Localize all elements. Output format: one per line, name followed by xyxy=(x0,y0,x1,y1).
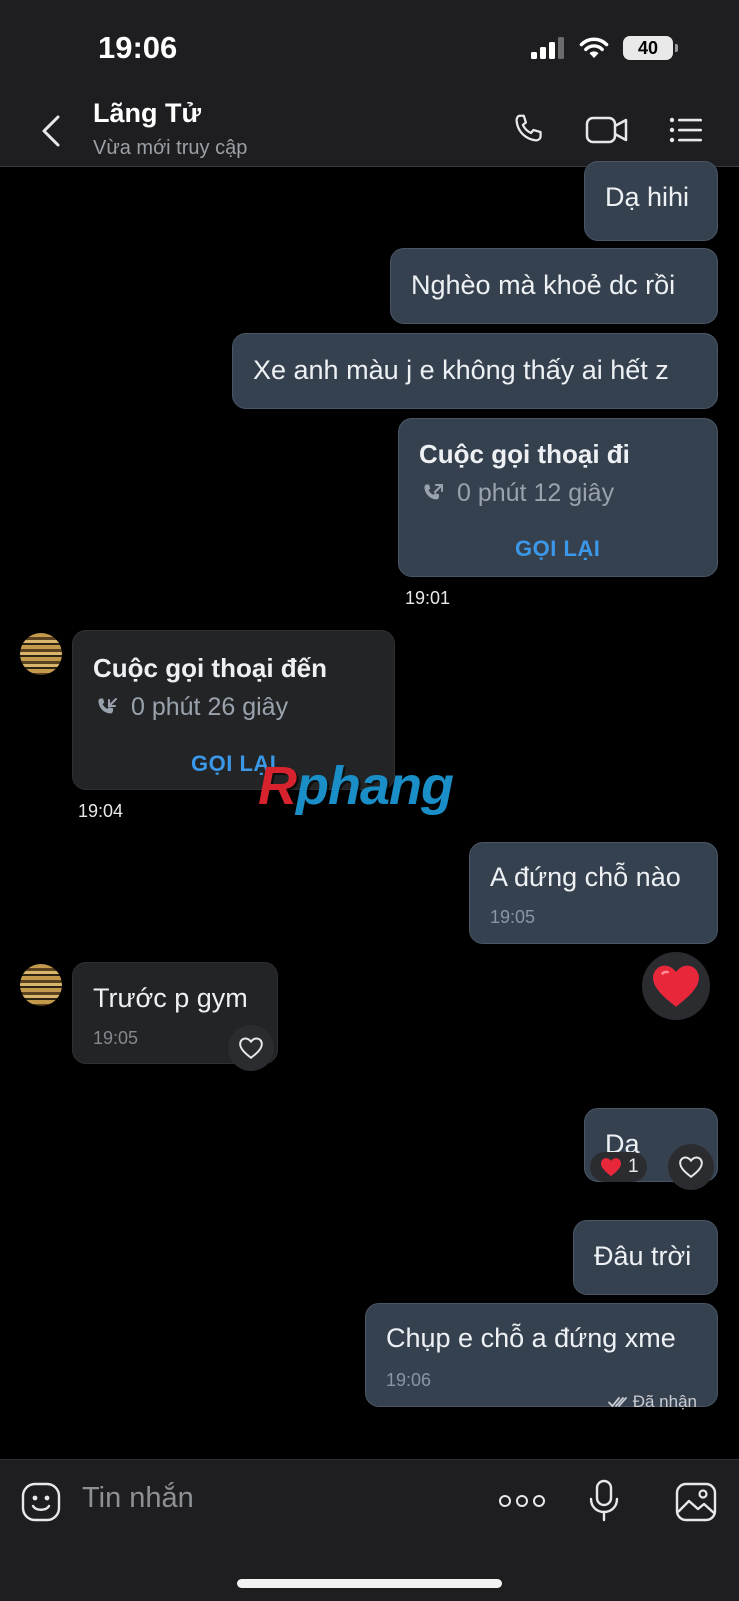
heart-icon xyxy=(239,1037,263,1059)
call-duration: 0 phút 12 giây xyxy=(457,479,615,507)
call-duration: 0 phút 26 giây xyxy=(131,693,289,721)
more-icon xyxy=(499,1495,545,1507)
message-text: Nghèo mà khoẻ dc rồi xyxy=(411,270,676,300)
delivery-status: Đã nhận xyxy=(607,1392,697,1412)
message-input[interactable]: Tin nhắn xyxy=(82,1482,462,1522)
voice-message-button[interactable] xyxy=(588,1478,620,1529)
delivery-status-text: Đã nhận xyxy=(632,1392,697,1411)
chat-header: Lãng Tử Vừa mới truy cập xyxy=(0,95,739,167)
message-time: 19:05 xyxy=(93,1028,139,1048)
status-time: 19:06 xyxy=(98,30,178,65)
double-check-icon xyxy=(607,1397,627,1408)
status-bar: 19:06 40 xyxy=(0,0,739,95)
contact-avatar[interactable] xyxy=(20,964,62,1006)
heart-icon xyxy=(653,965,699,1007)
outgoing-message[interactable]: Đâu trời xyxy=(573,1220,718,1295)
conversation-menu-button[interactable] xyxy=(668,112,704,153)
video-icon xyxy=(585,116,628,144)
signal-icon xyxy=(531,37,564,59)
call-title: Cuộc gọi thoại đến xyxy=(93,653,327,683)
outgoing-message[interactable]: Nghèo mà khoẻ dc rồi xyxy=(390,248,718,324)
back-icon xyxy=(42,115,60,147)
react-button[interactable] xyxy=(228,1025,274,1071)
reaction-heart-large[interactable] xyxy=(642,952,710,1020)
home-indicator[interactable] xyxy=(237,1579,502,1588)
message-time: 19:06 xyxy=(386,1370,432,1390)
sticker-button[interactable] xyxy=(20,1481,62,1528)
heart-icon xyxy=(679,1156,703,1178)
image-icon xyxy=(675,1482,717,1522)
message-composer: Tin nhắn xyxy=(0,1459,739,1601)
outgoing-message[interactable]: Dạ hihi xyxy=(584,161,718,241)
reaction-count: 1 xyxy=(628,1156,639,1177)
call-outgoing-icon xyxy=(424,484,443,500)
contact-status: Vừa mới truy cập xyxy=(93,137,248,159)
wifi-icon xyxy=(579,37,609,58)
message-text: Trước p gym xyxy=(93,983,248,1013)
watermark-logo: Rphang xyxy=(258,756,454,816)
emoji-icon xyxy=(21,1482,61,1522)
voice-call-button[interactable] xyxy=(510,112,546,153)
message-text: Xe anh màu j e không thấy ai hết z xyxy=(253,355,669,385)
status-indicators: 40 xyxy=(531,36,678,60)
phone-icon xyxy=(515,114,542,142)
message-text: Chụp e chỗ a đứng xme xyxy=(386,1323,676,1353)
reaction-summary[interactable]: 1 xyxy=(590,1152,647,1182)
message-timestamp: 19:01 xyxy=(405,588,451,608)
react-button[interactable] xyxy=(668,1144,714,1190)
outgoing-call-card[interactable]: Cuộc gọi thoại đi 0 phút 12 giây GỌI LẠI xyxy=(398,418,718,577)
back-button[interactable] xyxy=(36,113,66,149)
call-back-button[interactable]: GỌI LẠI xyxy=(515,536,600,562)
message-text: Dạ hihi xyxy=(605,182,690,212)
contact-avatar[interactable] xyxy=(20,633,62,675)
message-text: A đứng chỗ nào xyxy=(490,862,681,892)
message-list[interactable]: Dạ hihi Nghèo mà khoẻ dc rồi Xe anh màu … xyxy=(0,161,739,1459)
message-time: 19:05 xyxy=(490,907,536,927)
outgoing-message[interactable]: A đứng chỗ nào 19:05 xyxy=(469,842,718,944)
call-incoming-icon xyxy=(98,698,117,714)
video-call-button[interactable] xyxy=(585,112,629,153)
outgoing-message[interactable]: Xe anh màu j e không thấy ai hết z xyxy=(232,333,718,409)
more-options-button[interactable] xyxy=(498,1492,546,1515)
message-timestamp: 19:04 xyxy=(78,801,124,821)
battery-indicator: 40 xyxy=(623,36,678,60)
heart-icon xyxy=(601,1158,621,1177)
list-icon xyxy=(669,117,702,143)
message-text: Đâu trời xyxy=(594,1241,692,1271)
contact-name[interactable]: Lãng Tử xyxy=(93,98,201,129)
microphone-icon xyxy=(589,1479,619,1522)
photo-button[interactable] xyxy=(674,1481,718,1528)
call-title: Cuộc gọi thoại đi xyxy=(419,439,630,469)
